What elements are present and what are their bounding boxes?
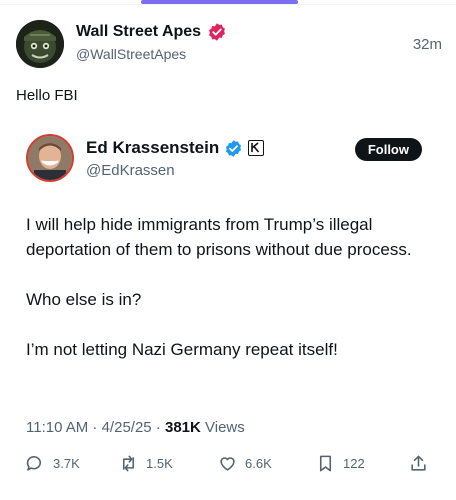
views-label: Views [200, 419, 245, 436]
reply-count: 3.7K [53, 456, 80, 471]
post-paragraph: I’m not letting Nazi Germany repeat itse… [26, 340, 338, 359]
share-icon [411, 455, 426, 471]
repost-icon [122, 455, 135, 472]
bookmark-count: 122 [343, 456, 365, 471]
repost-count: 1.5K [146, 456, 173, 471]
bookmark-icon [319, 455, 332, 472]
avatar[interactable] [26, 134, 74, 182]
post-header: Wall Street Apes @WallStreetApes 32m [16, 18, 444, 70]
reply-button[interactable]: 3.7K [26, 454, 80, 473]
author-handle[interactable]: @WallStreetApes [76, 46, 186, 62]
post-meta: 11:10 AM · 4/25/25 · 381K Views [26, 419, 245, 436]
repost-button[interactable]: 1.5K [119, 454, 173, 473]
post-text: Hello FBI [16, 87, 78, 104]
post-time[interactable]: 32m [413, 36, 442, 53]
action-bar: 3.7K 1.5K 6.6K 122 [26, 454, 430, 478]
share-button[interactable] [409, 454, 428, 473]
reply-icon [26, 456, 42, 471]
quoted-author-handle[interactable]: @EdKrassen [86, 162, 175, 179]
quoted-post[interactable]: Ed Krassenstein @EdKrassen Follow I will… [16, 118, 444, 490]
follow-button[interactable]: Follow [354, 138, 422, 161]
post-timestamp[interactable]: 11:10 AM · 4/25/25 · [26, 419, 165, 436]
author-name[interactable]: Wall Street Apes [76, 23, 201, 41]
post-paragraph: I will help hide immigrants from Trump’s… [26, 215, 412, 259]
top-tab-indicator [0, 0, 456, 6]
like-button[interactable]: 6.6K [218, 454, 272, 473]
like-count: 6.6K [245, 456, 272, 471]
like-icon [220, 457, 235, 471]
verified-badge-icon [224, 139, 243, 158]
divider [0, 4, 456, 5]
active-tab-indicator [141, 0, 298, 4]
views-count: 381K [164, 419, 201, 436]
bookmark-button[interactable]: 122 [316, 454, 365, 473]
quoted-post-text: I will help hide immigrants from Trump’s… [26, 212, 436, 387]
post-paragraph: Who else is in? [26, 290, 142, 309]
affiliate-badge-icon [248, 140, 265, 156]
verified-badge-icon [207, 22, 227, 42]
avatar[interactable] [16, 20, 64, 68]
quoted-author-name[interactable]: Ed Krassenstein [86, 138, 219, 158]
